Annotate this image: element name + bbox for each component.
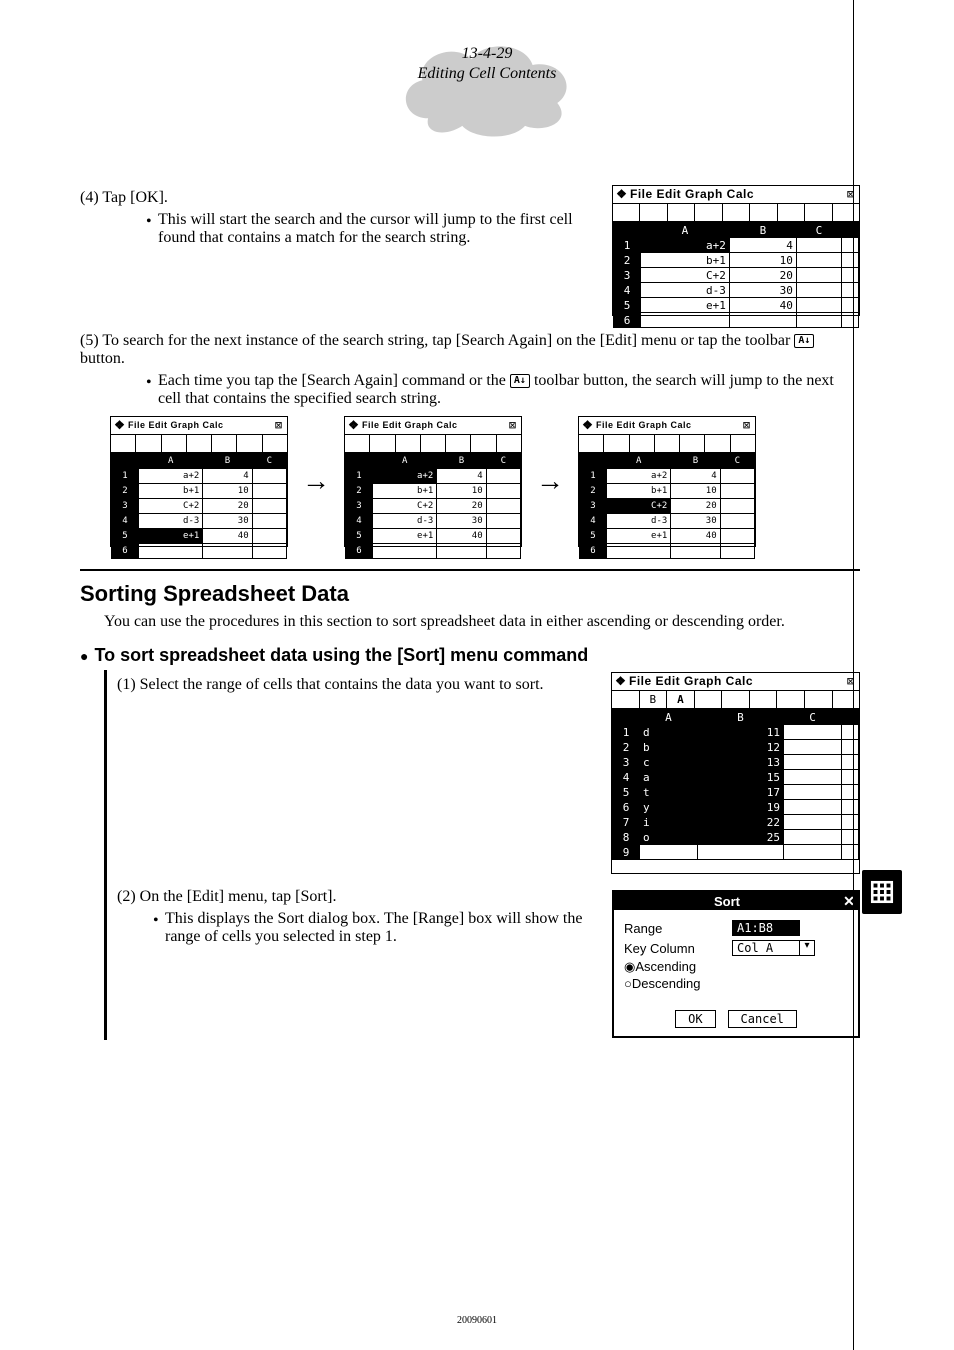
sort-dialog: Sort ✕ Range A1:B8 Key Column Co: [612, 890, 860, 1038]
search-again-icon: A↓: [510, 374, 530, 388]
dialog-title: Sort: [614, 895, 840, 908]
app-icon: ❖: [613, 186, 630, 203]
seq-screenshot-2: ❖File Edit Graph Calc⊠ ABC 1a+24 2b+110 …: [344, 416, 522, 547]
seq-screenshot-3: ❖File Edit Graph Calc⊠ ABC 1a+24 2b+110 …: [578, 416, 756, 547]
arrow-right-icon: →: [536, 466, 564, 498]
sorting-intro: You can use the procedures in this secti…: [104, 613, 860, 631]
cancel-button[interactable]: Cancel: [728, 1010, 797, 1028]
page-ref: 13-4-29: [392, 44, 582, 64]
descending-radio[interactable]: ○ Descending: [624, 977, 848, 990]
footer-date: 20090601: [0, 1315, 954, 1326]
ok-button[interactable]: OK: [675, 1010, 715, 1028]
sheet-table: A B C 1a+24 2b+110 3C+220 4d-330 5e+140 …: [613, 222, 859, 328]
seq-screenshot-1: ❖File Edit Graph Calc⊠ ABC 1a+24 2b+110 …: [110, 416, 288, 547]
key-column-label: Key Column: [624, 942, 732, 955]
section-divider: [80, 569, 860, 571]
sorting-heading: Sorting Spreadsheet Data: [80, 581, 860, 607]
screenshot-step4: ❖ File Edit Graph Calc ⊠ A B C: [612, 185, 860, 316]
section-title: Editing Cell Contents: [392, 64, 582, 84]
step-4: (4) Tap [OK].: [80, 189, 592, 207]
range-label: Range: [624, 922, 732, 935]
bullet-dot: •: [146, 211, 158, 247]
arrow-right-icon: →: [302, 466, 330, 498]
sort-step-1: (1) Select the range of cells that conta…: [117, 676, 591, 694]
sort-step-2-bullet: This displays the Sort dialog box. The […: [165, 910, 592, 946]
range-field[interactable]: A1:B8: [732, 920, 800, 936]
sort-step-2: (2) On the [Edit] menu, tap [Sort].: [117, 888, 592, 906]
spreadsheet-section-icon: [862, 870, 902, 914]
menu-bar: File Edit Graph Calc: [630, 186, 842, 203]
step-5-bullet: Each time you tap the [Search Again] com…: [158, 372, 860, 408]
chevron-down-icon: ▾: [800, 940, 815, 956]
key-column-select[interactable]: Col A ▾: [732, 940, 815, 956]
bullet-dot: •: [153, 910, 165, 946]
toolbar: [613, 204, 859, 222]
header-cloud: 13-4-29 Editing Cell Contents: [392, 30, 582, 145]
search-again-icon: A↓: [794, 334, 814, 348]
ascending-radio[interactable]: ◉ Ascending: [624, 960, 848, 973]
right-rule: [853, 0, 854, 1350]
step-4-bullet: This will start the search and the curso…: [158, 211, 592, 247]
dialog-close-icon[interactable]: ✕: [840, 894, 858, 908]
screenshot-sort-data: ❖File Edit Graph Calc⊠ BA ABC 1d11 2b12 …: [611, 672, 860, 874]
sort-subheading: ●To sort spreadsheet data using the [Sor…: [80, 645, 860, 666]
close-icon: ⊠: [842, 186, 859, 203]
step-5: (5) To search for the next instance of t…: [80, 332, 860, 368]
bullet-dot: •: [146, 372, 158, 408]
